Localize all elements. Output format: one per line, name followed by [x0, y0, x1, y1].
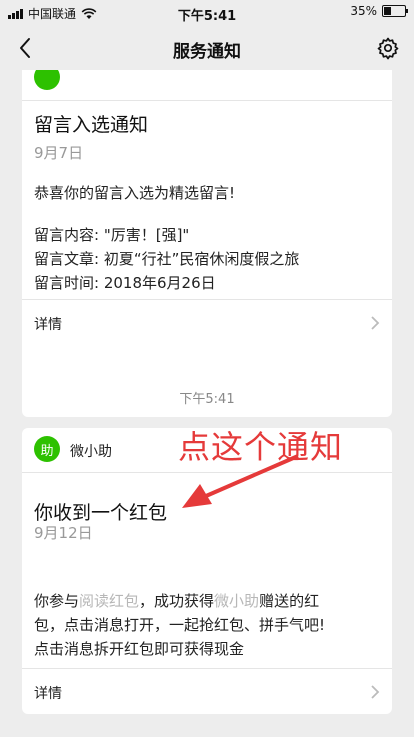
app-icon: 助 [34, 436, 60, 462]
comment-time: 留言时间: 2018年6月26日 [34, 274, 216, 292]
app-icon [34, 70, 60, 90]
comment-article: 留言文章: 初夏“行社”民宿休闲度假之旅 [34, 250, 300, 268]
card-header [22, 70, 392, 101]
app-name: 微小助 [70, 444, 112, 460]
notification-body-line1: 你参与阅读红包，成功获得微小助赠送的红 [34, 590, 319, 611]
notification-date: 9月12日 [34, 524, 93, 542]
chevron-right-icon [371, 685, 380, 699]
notification-card[interactable]: 留言入选通知 9月7日 恭喜你的留言入选为精选留言! 留言内容: "厉害！[强]… [22, 70, 392, 417]
status-right: 35% [350, 4, 408, 18]
nav-bar: 服务通知 [0, 26, 414, 70]
battery-icon [382, 5, 408, 17]
body-text: 你参与 [34, 592, 80, 610]
page-title: 服务通知 [173, 42, 241, 62]
status-bar: 中国联通 下午5:41 35% [0, 0, 414, 26]
notification-date: 9月7日 [34, 144, 84, 162]
battery-percent: 35% [350, 4, 377, 18]
activity-link[interactable]: 阅读红包 [79, 592, 139, 610]
chevron-right-icon [371, 316, 380, 330]
details-row[interactable]: 详情 [22, 668, 392, 715]
sender-link[interactable]: 微小助 [214, 592, 259, 610]
notification-title: 留言入选通知 [34, 114, 149, 136]
notification-body-line3: 点击消息拆开红包即可获得现金 [34, 640, 245, 658]
body-text: 赠送的红 [259, 592, 320, 610]
separator-time: 下午5:41 [179, 392, 235, 407]
comment-content: 留言内容: "厉害！[强]" [34, 226, 190, 244]
details-label: 详情 [34, 317, 62, 333]
notification-list[interactable]: 留言入选通知 9月7日 恭喜你的留言入选为精选留言! 留言内容: "厉害！[强]… [0, 70, 414, 737]
details-label: 详情 [34, 686, 62, 702]
annotation-arrow [182, 454, 299, 508]
gear-icon[interactable] [376, 36, 400, 60]
notification-body-line2: 包，点击消息打开，一起抢红包、拼手气吧! [34, 616, 326, 634]
details-row[interactable]: 详情 [22, 299, 392, 346]
body-text: ，成功获得 [139, 592, 215, 610]
notification-message: 恭喜你的留言入选为精选留言! [34, 184, 236, 202]
notification-title: 你收到一个红包 [34, 502, 168, 524]
